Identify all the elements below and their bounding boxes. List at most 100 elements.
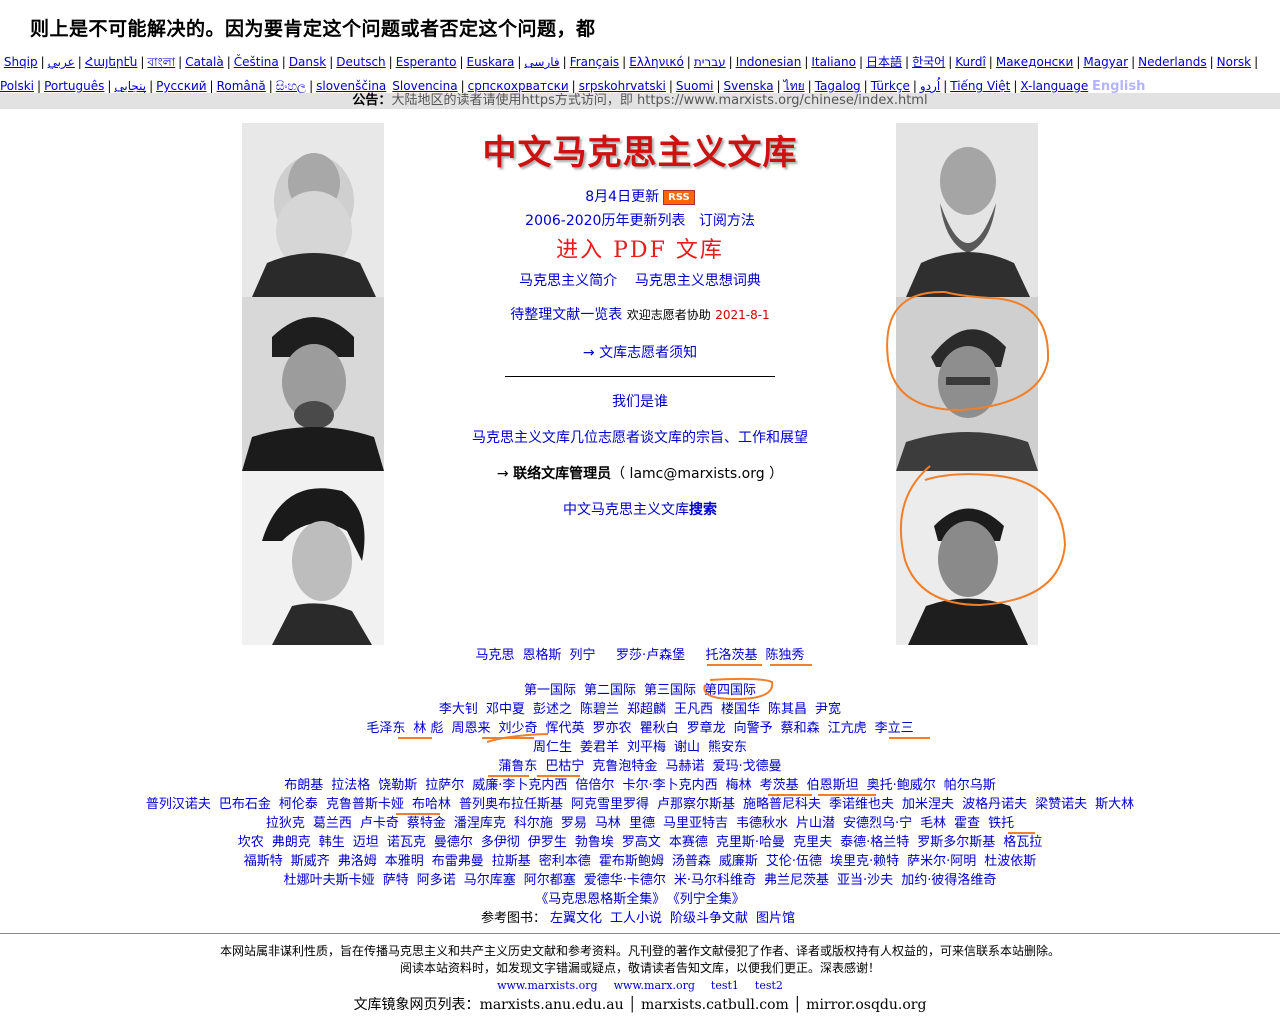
who-we-are-link[interactable]: 我们是谁 bbox=[612, 394, 668, 410]
author-link[interactable]: 刘平梅 bbox=[627, 740, 666, 755]
author-link[interactable]: 卢那察尔斯基 bbox=[657, 797, 735, 812]
lang-link[interactable]: සිංහල bbox=[276, 79, 306, 93]
author-link[interactable]: 普列奥布拉任斯基 bbox=[459, 797, 563, 812]
volunteer-notice-link[interactable]: → 文库志愿者须知 bbox=[583, 345, 697, 361]
author-link[interactable]: 布朗基 bbox=[284, 778, 323, 793]
author-link[interactable]: 饶勒斯 bbox=[378, 778, 417, 793]
lang-link[interactable]: Kurdî bbox=[955, 55, 986, 69]
author-link[interactable]: 斯大林 bbox=[1095, 797, 1134, 812]
international-link[interactable]: 第三国际 bbox=[644, 683, 696, 698]
lang-link[interactable]: عربي bbox=[48, 55, 75, 69]
author-link[interactable]: 柯伦泰 bbox=[279, 797, 318, 812]
collected-works-link[interactable]: 《列宁全集》 bbox=[673, 892, 745, 907]
author-link[interactable]: 多伊彻 bbox=[481, 835, 520, 850]
author-link[interactable]: 伯恩斯坦 bbox=[807, 778, 859, 793]
marxism-intro-link[interactable]: 马克思主义简介 bbox=[519, 273, 617, 289]
lang-link-english[interactable]: English bbox=[1092, 79, 1145, 94]
collected-works-link[interactable]: 《马克思恩格斯全集》 bbox=[535, 892, 665, 907]
lang-link[interactable]: Tagalog bbox=[815, 79, 861, 93]
author-link[interactable]: 恩格斯 bbox=[523, 648, 562, 663]
author-link[interactable]: 帕尔乌斯 bbox=[944, 778, 996, 793]
lang-link[interactable]: Indonesian bbox=[736, 55, 802, 69]
portrait-image[interactable] bbox=[242, 471, 384, 645]
lang-link[interactable]: Македонски bbox=[996, 55, 1073, 69]
author-link[interactable]: 周恩来 bbox=[452, 721, 491, 736]
author-link[interactable]: 葛兰西 bbox=[313, 816, 352, 831]
author-link[interactable]: 巴布石金 bbox=[219, 797, 271, 812]
author-link[interactable]: 迈坦 bbox=[353, 835, 379, 850]
author-link[interactable]: 威廉斯 bbox=[719, 854, 758, 869]
lang-link[interactable]: Русский bbox=[156, 79, 206, 93]
author-link[interactable]: 毛林 bbox=[920, 816, 946, 831]
author-link[interactable]: 陈碧兰 bbox=[580, 702, 619, 717]
author-link[interactable]: 普列汉诺夫 bbox=[146, 797, 211, 812]
author-link[interactable]: 米·马尔科维奇 bbox=[674, 873, 756, 888]
site-title-logo[interactable]: 中文马克思主义文库 bbox=[420, 125, 860, 174]
author-link[interactable]: 罗斯多尔斯基 bbox=[917, 835, 995, 850]
author-link[interactable]: 梁赞诺夫 bbox=[1035, 797, 1087, 812]
reference-link[interactable]: 阶级斗争文献 bbox=[670, 911, 748, 926]
author-link[interactable]: 艾伦·伍德 bbox=[766, 854, 822, 869]
author-link[interactable]: 楼国华 bbox=[721, 702, 760, 717]
lang-link[interactable]: Polski bbox=[0, 79, 34, 93]
lang-link[interactable]: Հայերէն bbox=[85, 55, 138, 69]
author-link[interactable]: 铁托 bbox=[988, 816, 1014, 831]
author-link[interactable]: 霍布斯鲍姆 bbox=[599, 854, 664, 869]
author-link[interactable]: 拉斯基 bbox=[492, 854, 531, 869]
pending-documents-link[interactable]: 待整理文献一览表 bbox=[510, 307, 622, 323]
lang-link[interactable]: Português bbox=[44, 79, 104, 93]
author-link[interactable]: 考茨基 bbox=[760, 778, 799, 793]
author-link[interactable]: 熊安东 bbox=[708, 740, 747, 755]
author-link[interactable]: 刘少奇 bbox=[499, 721, 538, 736]
author-link[interactable]: 亚当·沙夫 bbox=[837, 873, 893, 888]
international-link[interactable]: 第二国际 bbox=[584, 683, 636, 698]
author-link[interactable]: 克鲁泡特金 bbox=[592, 759, 657, 774]
author-link[interactable]: 弗朗克 bbox=[272, 835, 311, 850]
author-link[interactable]: 泰德·格兰特 bbox=[840, 835, 909, 850]
author-link[interactable]: 陈其昌 bbox=[768, 702, 807, 717]
author-link[interactable]: 谢山 bbox=[674, 740, 700, 755]
volunteers-talk-link[interactable]: 马克思主义文库几位志愿者谈文库的宗旨、工作和展望 bbox=[472, 430, 808, 446]
lang-link[interactable]: پنجابی bbox=[114, 79, 146, 93]
author-link[interactable]: 巴枯宁 bbox=[545, 759, 584, 774]
author-link[interactable]: 萨特 bbox=[383, 873, 409, 888]
author-link[interactable]: 罗亦农 bbox=[593, 721, 632, 736]
international-link[interactable]: 第四国际 bbox=[704, 683, 756, 698]
lang-link[interactable]: Nederlands bbox=[1138, 55, 1206, 69]
lang-link[interactable]: Norsk bbox=[1217, 55, 1251, 69]
author-link[interactable]: 瞿秋白 bbox=[640, 721, 679, 736]
author-link[interactable]: 周仁生 bbox=[533, 740, 572, 755]
author-link[interactable]: 施略普尼科夫 bbox=[743, 797, 821, 812]
author-link[interactable]: 郑超麟 bbox=[627, 702, 666, 717]
author-link[interactable]: 霍查 bbox=[954, 816, 980, 831]
portrait-image[interactable] bbox=[896, 123, 1038, 297]
author-link[interactable]: 梅林 bbox=[726, 778, 752, 793]
lang-link[interactable]: Türkçe bbox=[871, 79, 910, 93]
mirror-link[interactable]: marxists.anu.edu.au bbox=[480, 997, 624, 1013]
marxism-dictionary-link[interactable]: 马克思主义思想词典 bbox=[635, 273, 761, 289]
author-link[interactable]: 恽代英 bbox=[546, 721, 585, 736]
lang-link[interactable]: српскохрватски bbox=[468, 79, 569, 93]
lang-link[interactable]: Shqip bbox=[4, 55, 38, 69]
author-link[interactable]: 爱德华·卡德尔 bbox=[584, 873, 666, 888]
lang-link[interactable]: srpskohrvatski bbox=[579, 79, 666, 93]
author-link[interactable]: 罗章龙 bbox=[687, 721, 726, 736]
lang-link[interactable]: Tiếng Việt bbox=[950, 79, 1010, 93]
author-link[interactable]: 弗兰尼茨基 bbox=[764, 873, 829, 888]
author-link[interactable]: 卢卡奇 bbox=[360, 816, 399, 831]
author-link[interactable]: 韦德秋水 bbox=[736, 816, 788, 831]
lang-link[interactable]: Italiano bbox=[811, 55, 856, 69]
author-link[interactable]: 卡尔·李卜克内西 bbox=[622, 778, 717, 793]
author-link[interactable]: 李立三 bbox=[875, 721, 914, 736]
lang-link[interactable]: Dansk bbox=[289, 55, 326, 69]
author-link[interactable]: 曼德尔 bbox=[434, 835, 473, 850]
author-link[interactable]: 杜娜叶夫斯卡娅 bbox=[284, 873, 375, 888]
update-date-link[interactable]: 8月4日更新 bbox=[585, 189, 659, 205]
author-link[interactable]: 马赫诺 bbox=[665, 759, 704, 774]
author-link[interactable]: 密利本德 bbox=[539, 854, 591, 869]
author-link[interactable]: 萨米尔·阿明 bbox=[907, 854, 976, 869]
mirror-link[interactable]: mirror.osqdu.org bbox=[806, 997, 926, 1013]
author-link[interactable]: 阿多诺 bbox=[417, 873, 456, 888]
library-search-link[interactable]: 中文马克思主义文库搜索 bbox=[563, 502, 717, 518]
lang-link[interactable]: Euskara bbox=[467, 55, 515, 69]
